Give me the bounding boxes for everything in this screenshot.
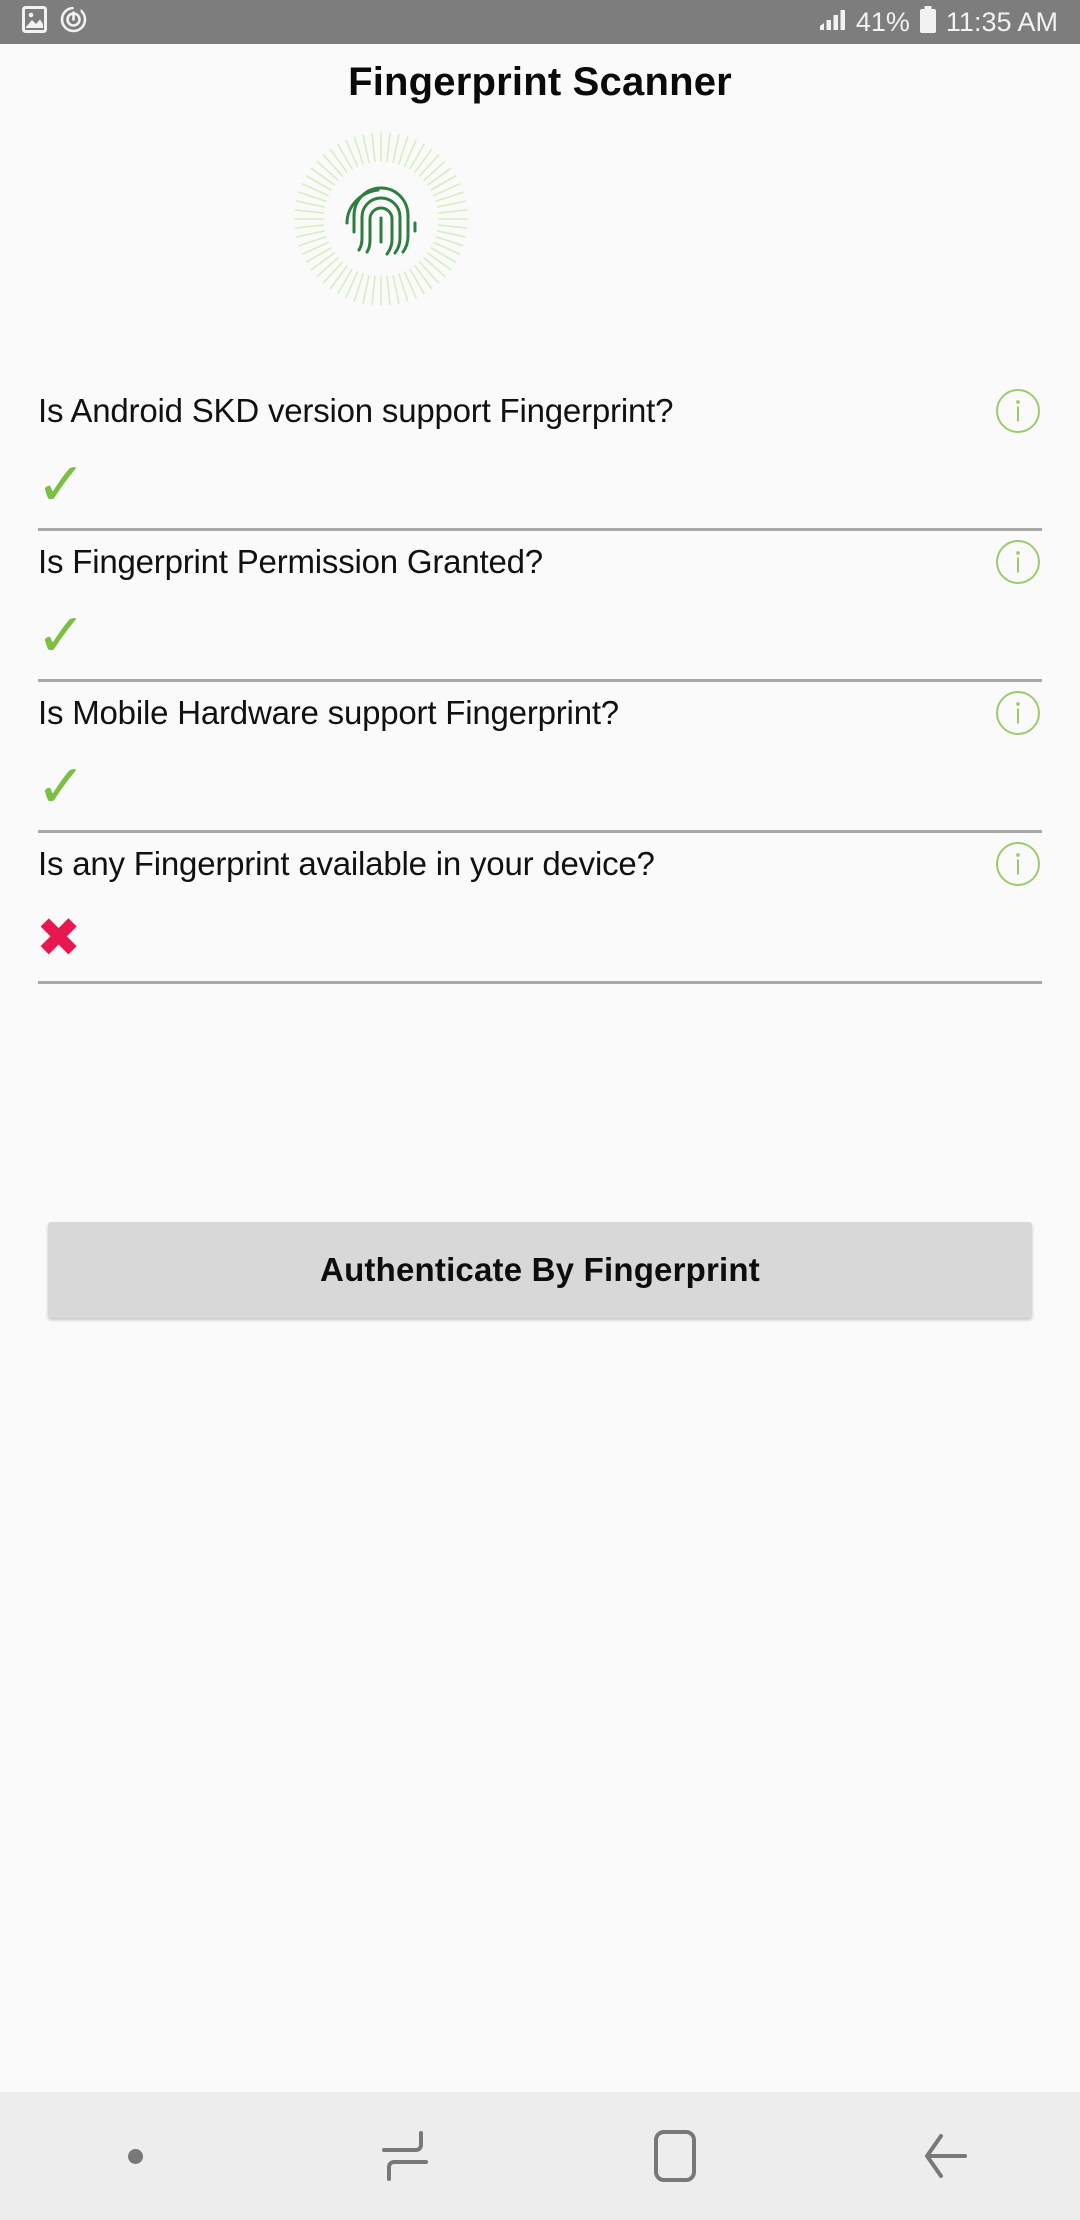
alarm-power-icon — [60, 6, 87, 38]
dot-icon — [127, 2148, 143, 2164]
back-button[interactable] — [810, 2092, 1080, 2220]
battery-percent-label: 41% — [855, 7, 910, 37]
fingerprint-scan-icon — [290, 128, 472, 310]
check-row-sdk-version: Is Android SKD version support Fingerpri… — [0, 380, 1080, 531]
clock-label: 11:35 AM — [945, 7, 1058, 37]
home-icon — [653, 2129, 697, 2183]
fingerprint-ridges — [345, 186, 417, 256]
check-row-hardware: Is Mobile Hardware support Fingerprint? … — [0, 682, 1080, 833]
check-result: ✓ — [0, 744, 1080, 830]
row-divider — [38, 981, 1042, 984]
check-label: Is Fingerprint Permission Granted? — [38, 543, 543, 580]
check-row-header: Is Mobile Hardware support Fingerprint? — [0, 682, 1080, 744]
check-label: Is Mobile Hardware support Fingerprint? — [38, 694, 619, 731]
check-row-header: Is any Fingerprint available in your dev… — [0, 833, 1080, 895]
check-result-pass-icon: ✓ — [36, 450, 87, 520]
check-result: ✓ — [0, 442, 1080, 528]
info-icon[interactable] — [994, 538, 1042, 586]
signal-bars-icon — [819, 8, 847, 37]
info-icon[interactable] — [994, 387, 1042, 435]
check-result: ✓ — [0, 593, 1080, 679]
info-icon[interactable] — [994, 689, 1042, 737]
check-row-header: Is Android SKD version support Fingerpri… — [0, 380, 1080, 442]
home-button[interactable] — [540, 2092, 810, 2220]
back-icon — [921, 2130, 969, 2182]
check-row-permission: Is Fingerprint Permission Granted? ✓ — [0, 531, 1080, 682]
check-result-pass-icon: ✓ — [36, 601, 87, 671]
status-bar-right-cluster: 41% 11:35 AM — [819, 0, 1058, 44]
check-label: Is any Fingerprint available in your dev… — [38, 845, 655, 882]
keyboard-dot-indicator[interactable] — [0, 2092, 270, 2220]
check-result-pass-icon: ✓ — [36, 752, 87, 822]
check-result-fail-icon: ✖ — [36, 906, 82, 969]
recent-apps-icon — [382, 2130, 428, 2182]
check-row-enrolled: Is any Fingerprint available in your dev… — [0, 833, 1080, 984]
android-navigation-bar — [0, 2092, 1080, 2220]
authenticate-by-fingerprint-button[interactable]: Authenticate By Fingerprint — [48, 1222, 1032, 1318]
info-icon[interactable] — [994, 840, 1042, 888]
fingerprint-checks-list: Is Android SKD version support Fingerpri… — [0, 380, 1080, 984]
page-title: Fingerprint Scanner — [348, 60, 732, 104]
battery-icon — [919, 5, 937, 39]
status-bar: 41% 11:35 AM — [0, 0, 1080, 44]
screenshot-image-icon — [22, 6, 47, 38]
check-label: Is Android SKD version support Fingerpri… — [38, 392, 674, 429]
check-row-header: Is Fingerprint Permission Granted? — [0, 531, 1080, 593]
recent-apps-button[interactable] — [270, 2092, 540, 2220]
check-result: ✖ — [0, 895, 1080, 981]
status-bar-left-icons — [22, 6, 87, 38]
